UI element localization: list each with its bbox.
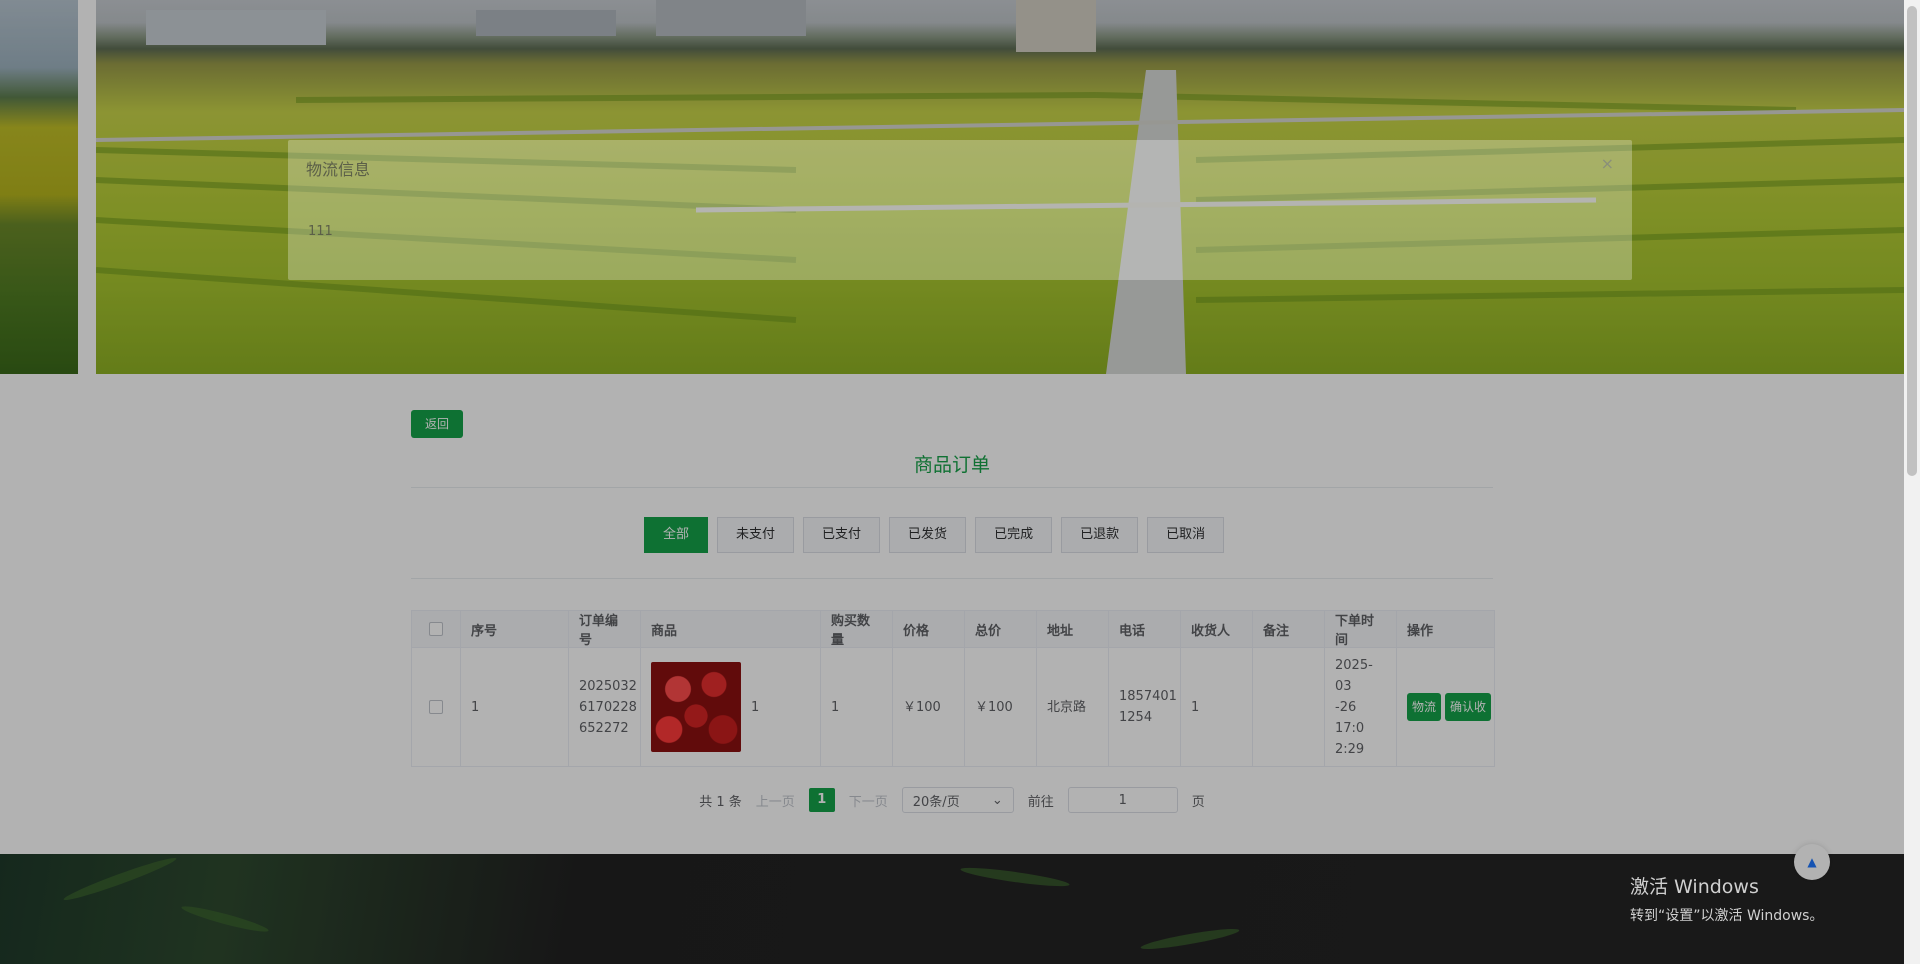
- dialog-title: 物流信息: [306, 160, 371, 179]
- activation-title: 激活 Windows: [1630, 876, 1759, 898]
- scrollbar-thumb[interactable]: [1907, 6, 1917, 476]
- close-icon[interactable]: ×: [1601, 154, 1614, 173]
- activation-hint: 转到“设置”以激活 Windows。: [1630, 908, 1824, 924]
- logistics-dialog: 物流信息 × 111: [288, 140, 1632, 280]
- page-scrollbar[interactable]: [1904, 0, 1920, 964]
- dialog-body: 111: [308, 224, 333, 239]
- windows-activation-watermark: 激活 Windows 转到“设置”以激活 Windows。: [1630, 872, 1823, 925]
